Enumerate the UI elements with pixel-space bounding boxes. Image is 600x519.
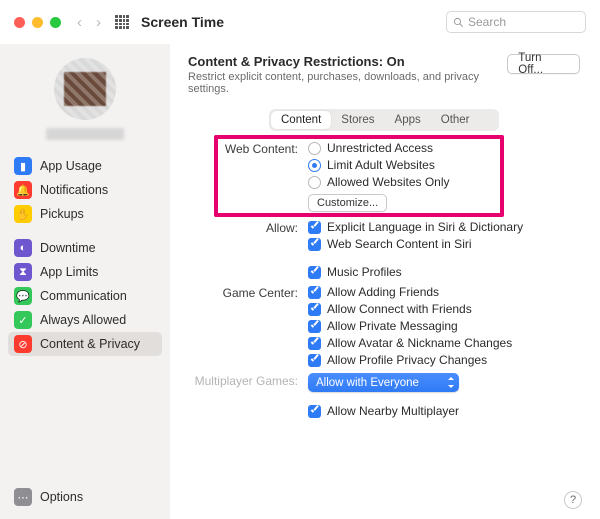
bell-icon: 🔔 (14, 181, 32, 199)
sidebar-item-label: Pickups (40, 207, 84, 221)
help-button[interactable]: ? (564, 491, 582, 509)
sidebar-item-label: Communication (40, 289, 127, 303)
sidebar-item-options[interactable]: ⋯ Options (8, 485, 162, 509)
radio-allowed-only[interactable]: Allowed Websites Only (308, 175, 450, 189)
bar-chart-icon: ▮ (14, 157, 32, 175)
sidebar-item-app-limits[interactable]: ⧗ App Limits (8, 260, 162, 284)
allow-label: Allow: (188, 220, 308, 235)
customize-button[interactable]: Customize... (308, 194, 387, 212)
check-web-search-siri[interactable]: Web Search Content in Siri (308, 237, 523, 251)
ellipsis-icon: ⋯ (14, 488, 32, 506)
sidebar-item-label: App Limits (40, 265, 98, 279)
avatar (54, 58, 116, 120)
check-adding-friends[interactable]: Allow Adding Friends (308, 285, 512, 299)
check-connect-friends[interactable]: Allow Connect with Friends (308, 302, 512, 316)
radio-limit-adult[interactable]: Limit Adult Websites (308, 158, 450, 172)
sidebar-item-label: Downtime (40, 241, 96, 255)
turn-off-button[interactable]: Turn Off... (507, 54, 580, 74)
check-nearby-multiplayer[interactable]: Allow Nearby Multiplayer (308, 404, 459, 418)
back-button[interactable]: ‹ (77, 14, 82, 31)
tab-content[interactable]: Content (271, 111, 331, 129)
check-explicit-siri[interactable]: Explicit Language in Siri & Dictionary (308, 220, 523, 234)
chat-icon: 💬 (14, 287, 32, 305)
check-profile-privacy[interactable]: Allow Profile Privacy Changes (308, 353, 512, 367)
check-icon: ✓ (14, 311, 32, 329)
game-center-label: Game Center: (188, 285, 308, 300)
sidebar: ▮ App Usage 🔔 Notifications ✋ Pickups ◐ … (0, 44, 170, 519)
moon-icon: ◐ (14, 239, 32, 257)
multiplayer-popup[interactable]: Allow with Everyone (308, 373, 459, 392)
sidebar-item-label: App Usage (40, 159, 102, 173)
window-controls (14, 17, 61, 28)
radio-icon (308, 159, 321, 172)
pane-heading: Content & Privacy Restrictions: On (188, 54, 495, 69)
radio-icon (308, 142, 321, 155)
checkbox-icon (308, 354, 321, 367)
search-input[interactable]: Search (446, 11, 586, 33)
user-name (46, 128, 124, 140)
checkbox-icon (308, 221, 321, 234)
checkbox-icon (308, 320, 321, 333)
user-block[interactable] (8, 58, 162, 140)
check-avatar-nickname[interactable]: Allow Avatar & Nickname Changes (308, 336, 512, 350)
pane-subheading: Restrict explicit content, purchases, do… (188, 71, 495, 95)
checkbox-icon (308, 238, 321, 251)
sidebar-item-label: Content & Privacy (40, 337, 140, 351)
sidebar-item-communication[interactable]: 💬 Communication (8, 284, 162, 308)
nav-arrows: ‹ › (77, 14, 101, 31)
checkbox-icon (308, 337, 321, 350)
check-private-msg[interactable]: Allow Private Messaging (308, 319, 512, 333)
sidebar-item-content-privacy[interactable]: ⊘ Content & Privacy (8, 332, 162, 356)
sidebar-item-pickups[interactable]: ✋ Pickups (8, 202, 162, 226)
pane-title: Screen Time (141, 14, 224, 30)
tab-bar: Content Stores Apps Other (269, 109, 499, 131)
sidebar-item-app-usage[interactable]: ▮ App Usage (8, 154, 162, 178)
check-music-profiles[interactable]: Music Profiles (308, 265, 523, 279)
search-placeholder: Search (468, 15, 506, 29)
hand-icon: ✋ (14, 205, 32, 223)
all-prefs-button[interactable] (115, 15, 129, 29)
sidebar-item-label: Always Allowed (40, 313, 126, 327)
minimize-window-button[interactable] (32, 17, 43, 28)
radio-unrestricted[interactable]: Unrestricted Access (308, 141, 450, 155)
tab-other[interactable]: Other (431, 111, 480, 129)
web-content-label: Web Content: (188, 141, 308, 156)
checkbox-icon (308, 266, 321, 279)
checkbox-icon (308, 405, 321, 418)
sidebar-item-always-allowed[interactable]: ✓ Always Allowed (8, 308, 162, 332)
forward-button[interactable]: › (96, 14, 101, 31)
checkbox-icon (308, 286, 321, 299)
prefs-window: ‹ › Screen Time Search ▮ App Usage 🔔 (0, 0, 600, 519)
titlebar: ‹ › Screen Time Search (0, 0, 600, 44)
no-entry-icon: ⊘ (14, 335, 32, 353)
multiplayer-label: Multiplayer Games: (188, 373, 308, 388)
sidebar-item-downtime[interactable]: ◐ Downtime (8, 236, 162, 260)
checkbox-icon (308, 303, 321, 316)
sidebar-item-notifications[interactable]: 🔔 Notifications (8, 178, 162, 202)
radio-icon (308, 176, 321, 189)
tab-apps[interactable]: Apps (385, 111, 431, 129)
zoom-window-button[interactable] (50, 17, 61, 28)
content-pane: Content & Privacy Restrictions: On Restr… (170, 44, 600, 519)
tab-stores[interactable]: Stores (331, 111, 384, 129)
sidebar-item-label: Options (40, 490, 83, 504)
hourglass-icon: ⧗ (14, 263, 32, 281)
close-window-button[interactable] (14, 17, 25, 28)
search-icon (453, 17, 464, 28)
sidebar-item-label: Notifications (40, 183, 108, 197)
